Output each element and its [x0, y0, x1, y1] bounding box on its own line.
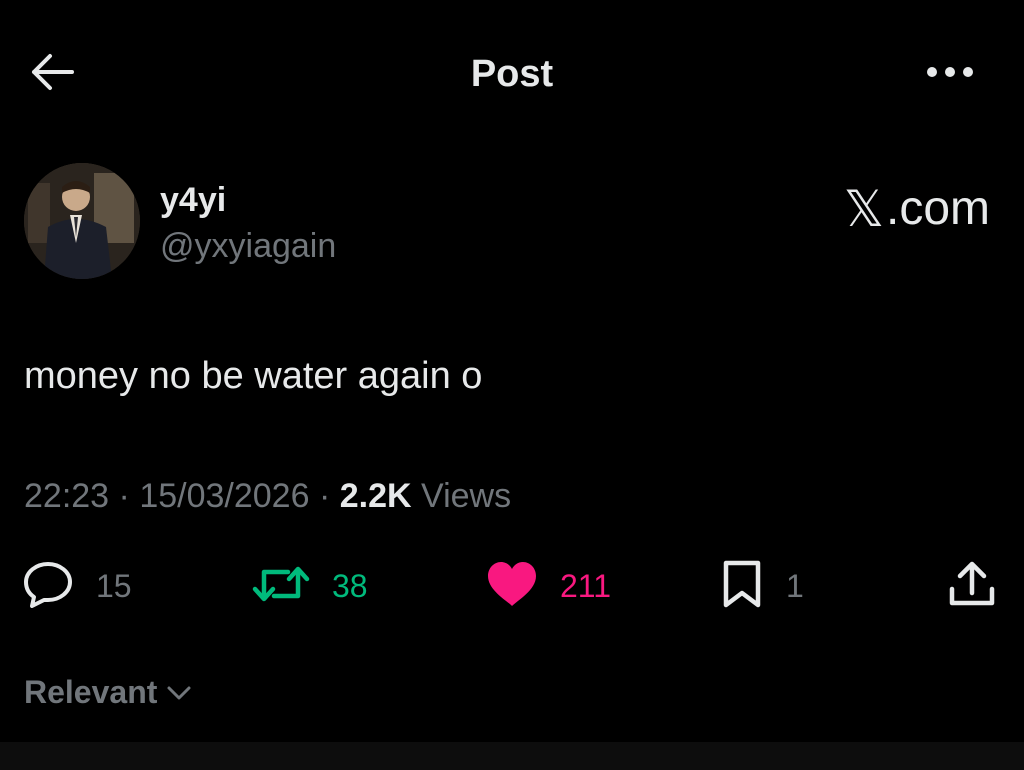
meta-separator: ·: [118, 477, 130, 515]
post-meta: 22:23 · 15/03/2026 · 2.2K Views: [24, 474, 511, 518]
post-time[interactable]: 22:23: [24, 477, 109, 515]
meta-separator: ·: [318, 477, 331, 515]
heart-icon: [486, 560, 538, 613]
share-button[interactable]: [946, 556, 998, 616]
watermark-text: .com: [885, 182, 990, 235]
reply-icon: [22, 560, 74, 613]
x-watermark: 𝕏 .com: [800, 182, 990, 236]
reply-count: 15: [96, 568, 132, 604]
chevron-down-icon: [157, 672, 193, 712]
bookmark-count: 1: [786, 568, 804, 604]
sort-label: Relevant: [24, 674, 158, 710]
reply-sort-dropdown[interactable]: Relevant: [24, 672, 193, 712]
avatar-image: [24, 163, 140, 279]
avatar[interactable]: [24, 163, 140, 279]
x-logo-icon: 𝕏: [843, 181, 884, 237]
more-horizontal-icon: [925, 65, 975, 84]
author-display-name[interactable]: y4yi: [160, 180, 226, 220]
like-button[interactable]: 211: [486, 556, 611, 616]
page-title: Post: [470, 53, 554, 95]
author-handle[interactable]: @yxyiagain: [160, 226, 336, 266]
like-count: 211: [560, 568, 612, 604]
bookmark-button[interactable]: 1: [720, 556, 804, 616]
top-bar: Post: [0, 0, 1024, 150]
repost-icon: [252, 562, 310, 611]
share-icon: [946, 559, 998, 614]
views-count: 2.2K: [339, 477, 412, 515]
repost-count: 38: [332, 568, 368, 604]
views-label: Views: [421, 477, 512, 515]
repost-button[interactable]: 38: [252, 556, 368, 616]
bottom-divider: [0, 742, 1024, 770]
post-date[interactable]: 15/03/2026: [139, 477, 309, 515]
reply-button[interactable]: 15: [22, 556, 132, 616]
more-options-button[interactable]: [920, 52, 980, 96]
action-bar: 15 38 211 1: [0, 556, 1024, 616]
bookmark-icon: [720, 559, 764, 614]
post-text: money no be water again o: [24, 355, 483, 397]
